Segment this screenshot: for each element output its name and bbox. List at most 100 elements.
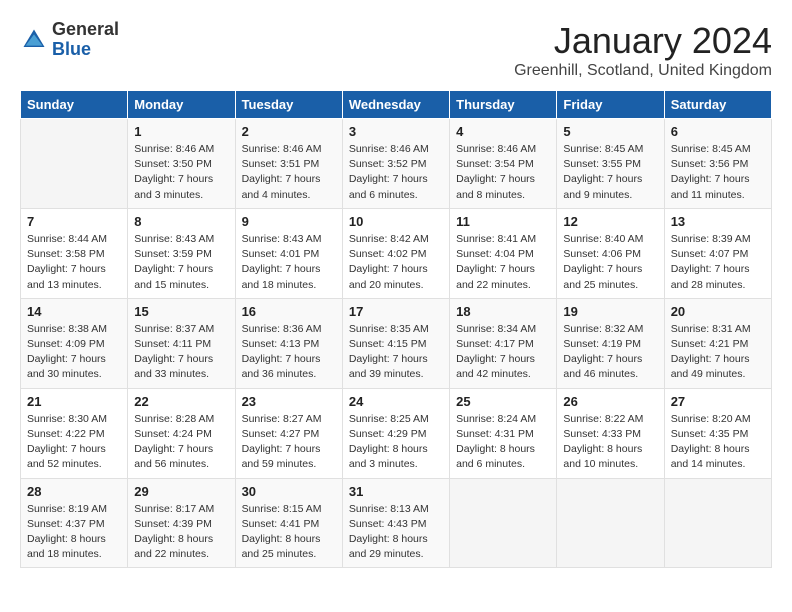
calendar-cell: 25 Sunrise: 8:24 AM Sunset: 4:31 PM Dayli… — [450, 388, 557, 478]
week-row-1: 1 Sunrise: 8:46 AM Sunset: 3:50 PM Daylig… — [21, 119, 772, 209]
header-cell-thursday: Thursday — [450, 91, 557, 119]
day-info: Sunrise: 8:38 AM Sunset: 4:09 PM Dayligh… — [27, 322, 121, 383]
day-number: 21 — [27, 394, 121, 409]
calendar-cell: 12 Sunrise: 8:40 AM Sunset: 4:06 PM Dayli… — [557, 208, 664, 298]
day-info: Sunrise: 8:22 AM Sunset: 4:33 PM Dayligh… — [563, 412, 657, 473]
day-number: 29 — [134, 484, 228, 499]
header-cell-friday: Friday — [557, 91, 664, 119]
header-cell-monday: Monday — [128, 91, 235, 119]
header-cell-wednesday: Wednesday — [342, 91, 449, 119]
day-info: Sunrise: 8:30 AM Sunset: 4:22 PM Dayligh… — [27, 412, 121, 473]
day-number: 16 — [242, 304, 336, 319]
day-info: Sunrise: 8:13 AM Sunset: 4:43 PM Dayligh… — [349, 502, 443, 563]
calendar-cell: 1 Sunrise: 8:46 AM Sunset: 3:50 PM Daylig… — [128, 119, 235, 209]
day-info: Sunrise: 8:28 AM Sunset: 4:24 PM Dayligh… — [134, 412, 228, 473]
calendar-cell: 22 Sunrise: 8:28 AM Sunset: 4:24 PM Dayli… — [128, 388, 235, 478]
day-info: Sunrise: 8:46 AM Sunset: 3:52 PM Dayligh… — [349, 142, 443, 203]
day-number: 22 — [134, 394, 228, 409]
day-number: 7 — [27, 214, 121, 229]
calendar-cell: 21 Sunrise: 8:30 AM Sunset: 4:22 PM Dayli… — [21, 388, 128, 478]
day-info: Sunrise: 8:19 AM Sunset: 4:37 PM Dayligh… — [27, 502, 121, 563]
calendar-cell: 15Sunrise: 8:37 AM Sunset: 4:11 PM Dayli… — [128, 298, 235, 388]
day-number: 9 — [242, 214, 336, 229]
day-number: 11 — [456, 214, 550, 229]
day-info: Sunrise: 8:46 AM Sunset: 3:51 PM Dayligh… — [242, 142, 336, 203]
day-info: Sunrise: 8:43 AM Sunset: 3:59 PM Dayligh… — [134, 232, 228, 293]
calendar-cell: 17Sunrise: 8:35 AM Sunset: 4:15 PM Dayli… — [342, 298, 449, 388]
day-info: Sunrise: 8:42 AM Sunset: 4:02 PM Dayligh… — [349, 232, 443, 293]
day-info: Sunrise: 8:27 AM Sunset: 4:27 PM Dayligh… — [242, 412, 336, 473]
day-number: 17 — [349, 304, 443, 319]
day-number: 20 — [671, 304, 765, 319]
day-info: Sunrise: 8:40 AM Sunset: 4:06 PM Dayligh… — [563, 232, 657, 293]
day-number: 2 — [242, 124, 336, 139]
calendar-cell: 13 Sunrise: 8:39 AM Sunset: 4:07 PM Dayli… — [664, 208, 771, 298]
day-number: 10 — [349, 214, 443, 229]
calendar-cell: 3 Sunrise: 8:46 AM Sunset: 3:52 PM Daylig… — [342, 119, 449, 209]
logo-icon — [20, 26, 48, 54]
day-number: 26 — [563, 394, 657, 409]
day-info: Sunrise: 8:41 AM Sunset: 4:04 PM Dayligh… — [456, 232, 550, 293]
day-number: 8 — [134, 214, 228, 229]
day-number: 14 — [27, 304, 121, 319]
calendar-cell: 23Sunrise: 8:27 AM Sunset: 4:27 PM Dayli… — [235, 388, 342, 478]
header-cell-sunday: Sunday — [21, 91, 128, 119]
calendar-cell: 29Sunrise: 8:17 AM Sunset: 4:39 PM Dayli… — [128, 478, 235, 568]
week-row-2: 7 Sunrise: 8:44 AM Sunset: 3:58 PM Daylig… — [21, 208, 772, 298]
day-number: 5 — [563, 124, 657, 139]
day-number: 18 — [456, 304, 550, 319]
calendar-cell: 27Sunrise: 8:20 AM Sunset: 4:35 PM Dayli… — [664, 388, 771, 478]
calendar-cell — [557, 478, 664, 568]
day-info: Sunrise: 8:36 AM Sunset: 4:13 PM Dayligh… — [242, 322, 336, 383]
calendar-header: SundayMondayTuesdayWednesdayThursdayFrid… — [21, 91, 772, 119]
calendar-table: SundayMondayTuesdayWednesdayThursdayFrid… — [20, 90, 772, 568]
calendar-cell: 24Sunrise: 8:25 AM Sunset: 4:29 PM Dayli… — [342, 388, 449, 478]
header-cell-saturday: Saturday — [664, 91, 771, 119]
day-number: 28 — [27, 484, 121, 499]
day-number: 15 — [134, 304, 228, 319]
calendar-cell: 8 Sunrise: 8:43 AM Sunset: 3:59 PM Daylig… — [128, 208, 235, 298]
week-row-5: 28 Sunrise: 8:19 AM Sunset: 4:37 PM Dayli… — [21, 478, 772, 568]
day-number: 27 — [671, 394, 765, 409]
day-number: 13 — [671, 214, 765, 229]
title-block: January 2024 Greenhill, Scotland, United… — [514, 20, 772, 80]
calendar-cell: 11 Sunrise: 8:41 AM Sunset: 4:04 PM Dayli… — [450, 208, 557, 298]
day-number: 4 — [456, 124, 550, 139]
day-number: 1 — [134, 124, 228, 139]
calendar-cell: 7 Sunrise: 8:44 AM Sunset: 3:58 PM Daylig… — [21, 208, 128, 298]
calendar-cell: 9 Sunrise: 8:43 AM Sunset: 4:01 PM Daylig… — [235, 208, 342, 298]
day-info: Sunrise: 8:46 AM Sunset: 3:54 PM Dayligh… — [456, 142, 550, 203]
calendar-cell: 26 Sunrise: 8:22 AM Sunset: 4:33 PM Dayli… — [557, 388, 664, 478]
day-number: 31 — [349, 484, 443, 499]
logo-text: General Blue — [52, 20, 119, 60]
day-info: Sunrise: 8:34 AM Sunset: 4:17 PM Dayligh… — [456, 322, 550, 383]
day-number: 3 — [349, 124, 443, 139]
day-number: 25 — [456, 394, 550, 409]
day-info: Sunrise: 8:43 AM Sunset: 4:01 PM Dayligh… — [242, 232, 336, 293]
day-info: Sunrise: 8:46 AM Sunset: 3:50 PM Dayligh… — [134, 142, 228, 203]
day-info: Sunrise: 8:45 AM Sunset: 3:56 PM Dayligh… — [671, 142, 765, 203]
day-info: Sunrise: 8:39 AM Sunset: 4:07 PM Dayligh… — [671, 232, 765, 293]
day-info: Sunrise: 8:31 AM Sunset: 4:21 PM Dayligh… — [671, 322, 765, 383]
calendar-cell: 14 Sunrise: 8:38 AM Sunset: 4:09 PM Dayli… — [21, 298, 128, 388]
calendar-cell: 10 Sunrise: 8:42 AM Sunset: 4:02 PM Dayli… — [342, 208, 449, 298]
calendar-body: 1 Sunrise: 8:46 AM Sunset: 3:50 PM Daylig… — [21, 119, 772, 568]
calendar-cell: 2 Sunrise: 8:46 AM Sunset: 3:51 PM Daylig… — [235, 119, 342, 209]
calendar-cell: 28 Sunrise: 8:19 AM Sunset: 4:37 PM Dayli… — [21, 478, 128, 568]
calendar-cell: 20 Sunrise: 8:31 AM Sunset: 4:21 PM Dayli… — [664, 298, 771, 388]
day-info: Sunrise: 8:44 AM Sunset: 3:58 PM Dayligh… — [27, 232, 121, 293]
calendar-cell: 16 Sunrise: 8:36 AM Sunset: 4:13 PM Dayli… — [235, 298, 342, 388]
day-info: Sunrise: 8:24 AM Sunset: 4:31 PM Dayligh… — [456, 412, 550, 473]
location: Greenhill, Scotland, United Kingdom — [514, 62, 772, 80]
calendar-cell: 6 Sunrise: 8:45 AM Sunset: 3:56 PM Daylig… — [664, 119, 771, 209]
day-info: Sunrise: 8:25 AM Sunset: 4:29 PM Dayligh… — [349, 412, 443, 473]
day-number: 30 — [242, 484, 336, 499]
header-row: SundayMondayTuesdayWednesdayThursdayFrid… — [21, 91, 772, 119]
day-number: 6 — [671, 124, 765, 139]
calendar-cell: 4 Sunrise: 8:46 AM Sunset: 3:54 PM Daylig… — [450, 119, 557, 209]
calendar-cell: 18 Sunrise: 8:34 AM Sunset: 4:17 PM Dayli… — [450, 298, 557, 388]
calendar-cell: 30Sunrise: 8:15 AM Sunset: 4:41 PM Dayli… — [235, 478, 342, 568]
calendar-cell — [450, 478, 557, 568]
day-number: 12 — [563, 214, 657, 229]
page-header: General Blue January 2024 Greenhill, Sco… — [20, 20, 772, 80]
